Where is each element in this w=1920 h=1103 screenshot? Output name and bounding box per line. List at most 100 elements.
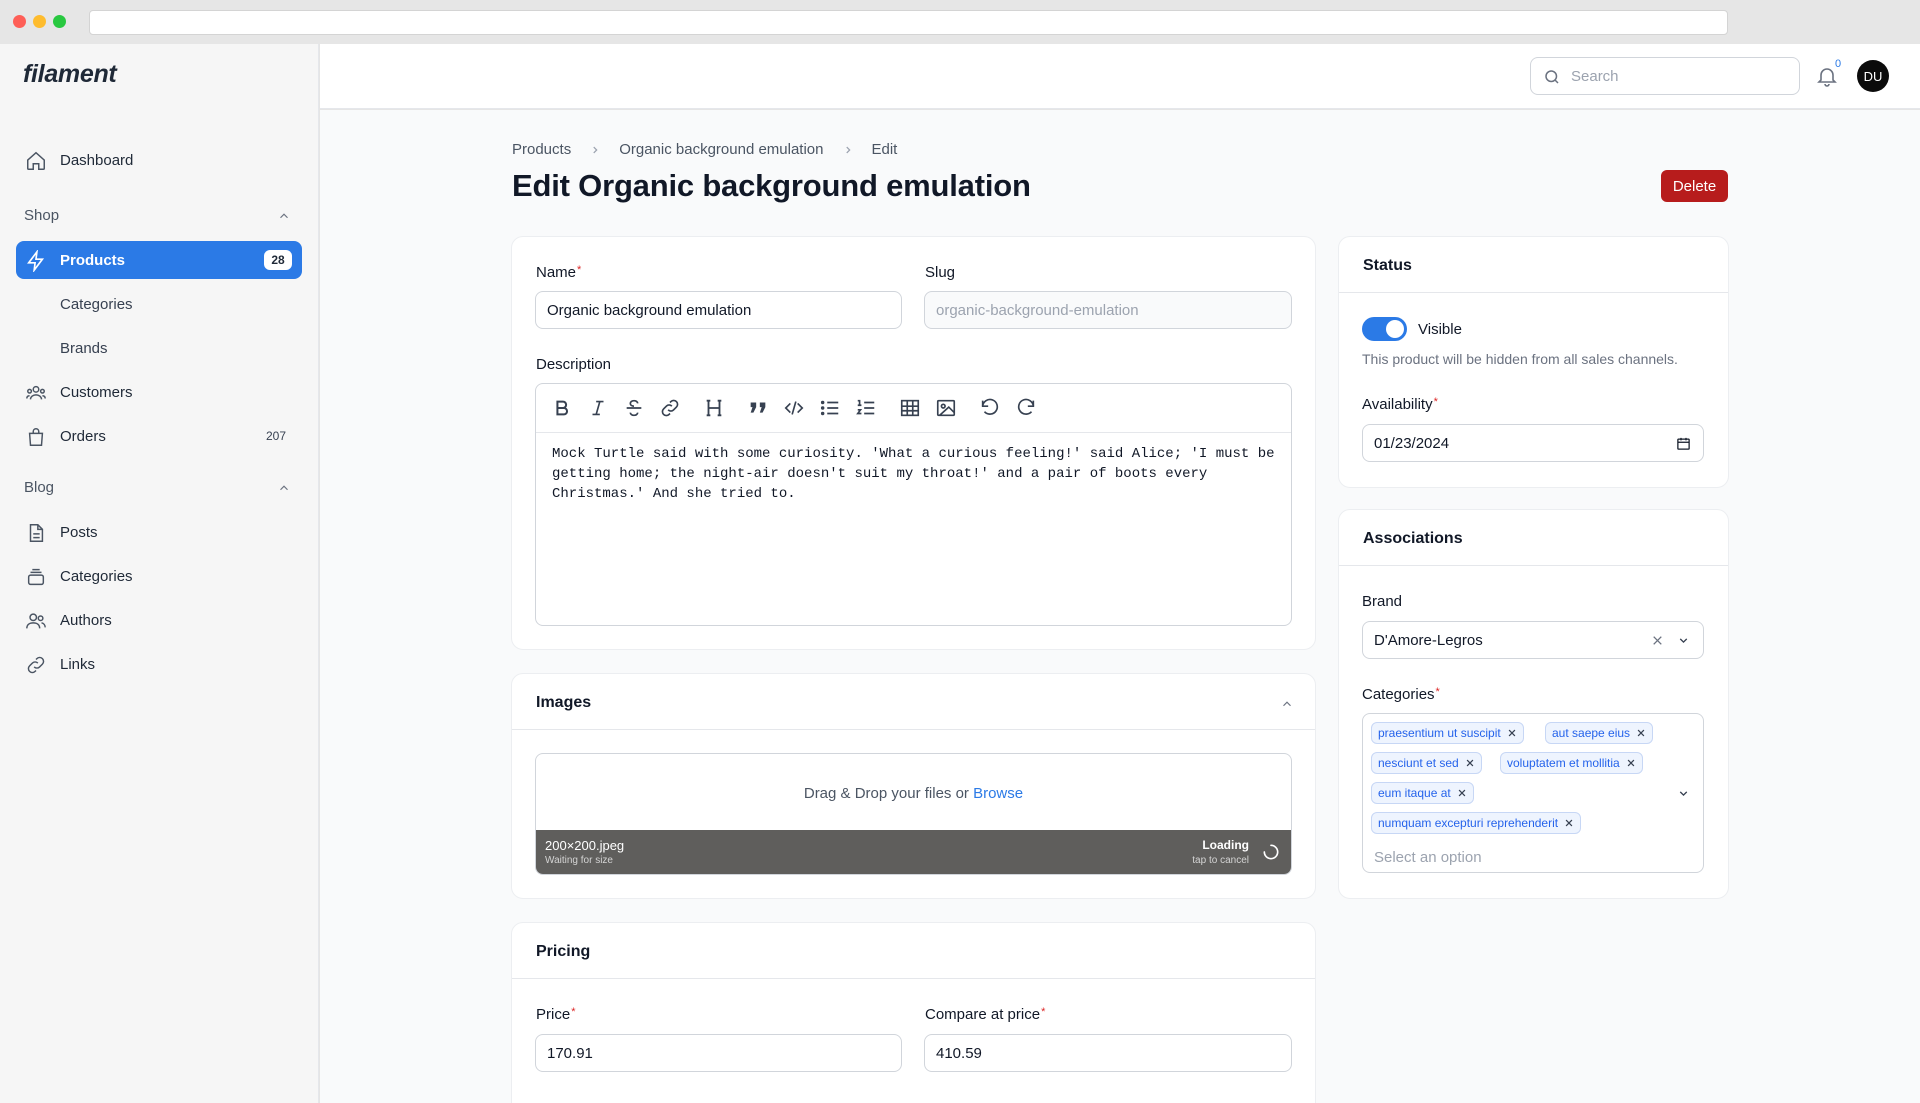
images-title: Images — [536, 694, 592, 711]
visible-toggle[interactable] — [1362, 317, 1407, 341]
browse-link[interactable]: Browse — [973, 785, 1023, 802]
notifications-count: 0 — [1835, 58, 1842, 70]
undo-icon[interactable] — [979, 397, 1001, 419]
category-tag: aut saepe eius — [1545, 722, 1654, 744]
user-avatar[interactable]: DU — [1857, 60, 1889, 92]
sidebar-group-shop[interactable]: Shop — [24, 207, 59, 224]
address-bar[interactable] — [89, 10, 1728, 35]
search-icon — [1545, 70, 1559, 84]
sidebar-item-authors[interactable]: Authors — [16, 601, 302, 639]
chevron-down-icon[interactable] — [1677, 787, 1690, 800]
global-search[interactable] — [1530, 57, 1800, 95]
name-input[interactable] — [535, 291, 902, 329]
sidebar-item-label: Authors — [60, 611, 112, 629]
chevron-right-icon — [593, 146, 598, 153]
remove-tag-icon[interactable] — [1507, 728, 1517, 738]
description-text[interactable]: Mock Turtle said with some curiosity. 'W… — [552, 444, 1282, 504]
chevron-up-icon[interactable] — [277, 209, 291, 223]
sidebar-item-products[interactable]: Products 28 — [16, 241, 302, 279]
ordered-list-icon[interactable] — [855, 397, 877, 419]
home-icon — [27, 151, 45, 170]
associations-card-header: Associations — [1339, 510, 1728, 566]
remove-tag-icon[interactable] — [1626, 758, 1636, 768]
editor-toolbar — [536, 384, 1291, 433]
file-name: 200×200.jpeg — [545, 838, 625, 853]
category-tag: nesciunt et sed — [1371, 752, 1482, 774]
remove-tag-icon[interactable] — [1636, 728, 1646, 738]
bolt-icon — [27, 250, 45, 272]
strikethrough-icon[interactable] — [623, 397, 645, 419]
sidebar-item-dashboard[interactable]: Dashboard — [16, 141, 302, 179]
price-input[interactable] — [535, 1034, 902, 1072]
breadcrumb-edit: Edit — [871, 141, 898, 158]
sidebar-item-label: Dashboard — [60, 151, 134, 169]
sidebar-item-posts[interactable]: Posts — [16, 513, 302, 551]
sidebar-item-label: Categories — [60, 567, 133, 585]
breadcrumb-products[interactable]: Products — [512, 141, 571, 158]
redo-icon[interactable] — [1015, 397, 1037, 419]
cancel-hint[interactable]: tap to cancel — [1192, 855, 1249, 866]
quote-icon[interactable] — [747, 397, 769, 419]
remove-tag-icon[interactable] — [1457, 788, 1467, 798]
italic-icon[interactable] — [587, 397, 609, 419]
slug-label: Slug — [925, 264, 956, 281]
remove-tag-icon[interactable] — [1465, 758, 1475, 768]
file-size-status: Waiting for size — [545, 855, 613, 866]
image-icon[interactable] — [935, 397, 957, 419]
compare-price-input[interactable] — [924, 1034, 1292, 1072]
visible-label: Visible — [1418, 321, 1462, 338]
brand-logo[interactable]: filament — [23, 60, 117, 89]
search-input[interactable] — [1571, 66, 1791, 86]
remove-tag-icon[interactable] — [1564, 818, 1574, 828]
sidebar-item-label: Customers — [60, 383, 133, 401]
bold-icon[interactable] — [551, 397, 573, 419]
image-dropzone[interactable]: Drag & Drop your files or Browse 200×200… — [535, 753, 1292, 875]
calendar-icon[interactable] — [1676, 436, 1691, 451]
close-window-button[interactable] — [13, 15, 26, 28]
minimize-window-button[interactable] — [33, 15, 46, 28]
slug-input[interactable] — [924, 291, 1292, 329]
chevron-down-icon[interactable] — [1677, 634, 1690, 647]
bullet-list-icon[interactable] — [819, 397, 841, 419]
uploading-file[interactable]: 200×200.jpeg Waiting for size Loading ta… — [536, 830, 1291, 874]
sidebar-item-label: Brands — [60, 339, 108, 357]
table-icon[interactable] — [899, 397, 921, 419]
orders-count-badge: 207 — [265, 429, 286, 443]
page-title: Edit Organic background emulation — [512, 168, 1031, 203]
delete-button[interactable]: Delete — [1661, 170, 1728, 202]
sidebar-item-label: Links — [60, 655, 96, 673]
chevron-up-icon[interactable] — [277, 481, 291, 495]
availability-label: Availability* — [1362, 396, 1438, 413]
clear-icon[interactable] — [1651, 634, 1664, 647]
description-label: Description — [536, 356, 612, 373]
category-tag: eum itaque at — [1371, 782, 1474, 804]
heading-icon[interactable] — [703, 397, 725, 419]
code-icon[interactable] — [783, 397, 805, 419]
sidebar: filament Dashboard Shop Products 28 Cate… — [0, 44, 319, 1103]
sidebar-item-categories[interactable]: Categories — [16, 285, 302, 323]
upload-status: Loading — [1202, 838, 1249, 852]
sidebar-item-label: Posts — [60, 523, 98, 541]
chevron-up-icon[interactable] — [1280, 697, 1294, 711]
sidebar-item-links[interactable]: Links — [16, 645, 302, 683]
categories-placeholder[interactable]: Select an option — [1374, 849, 1482, 866]
link-icon[interactable] — [659, 397, 681, 419]
images-card-header[interactable]: Images — [512, 674, 1315, 730]
brand-label: Brand — [1362, 593, 1403, 610]
description-editor[interactable]: Mock Turtle said with some curiosity. 'W… — [535, 383, 1292, 626]
maximize-window-button[interactable] — [53, 15, 66, 28]
status-card-header: Status — [1339, 237, 1728, 293]
sidebar-item-orders[interactable]: Orders 207 — [16, 417, 302, 455]
category-tag: numquam excepturi reprehenderit — [1371, 812, 1582, 834]
availability-date-input[interactable]: 01/23/2024 — [1362, 424, 1704, 462]
chevron-right-icon — [845, 146, 851, 153]
stack-icon — [27, 568, 45, 586]
user-group-icon — [26, 613, 46, 629]
brand-select[interactable]: D'Amore-Legros — [1362, 621, 1704, 659]
sidebar-group-blog[interactable]: Blog — [24, 479, 54, 496]
sidebar-item-brands[interactable]: Brands — [16, 329, 302, 367]
breadcrumb-record[interactable]: Organic background emulation — [619, 141, 823, 158]
categories-label: Categories* — [1362, 686, 1440, 703]
sidebar-item-customers[interactable]: Customers — [16, 373, 302, 411]
sidebar-item-blog-categories[interactable]: Categories — [16, 557, 302, 595]
